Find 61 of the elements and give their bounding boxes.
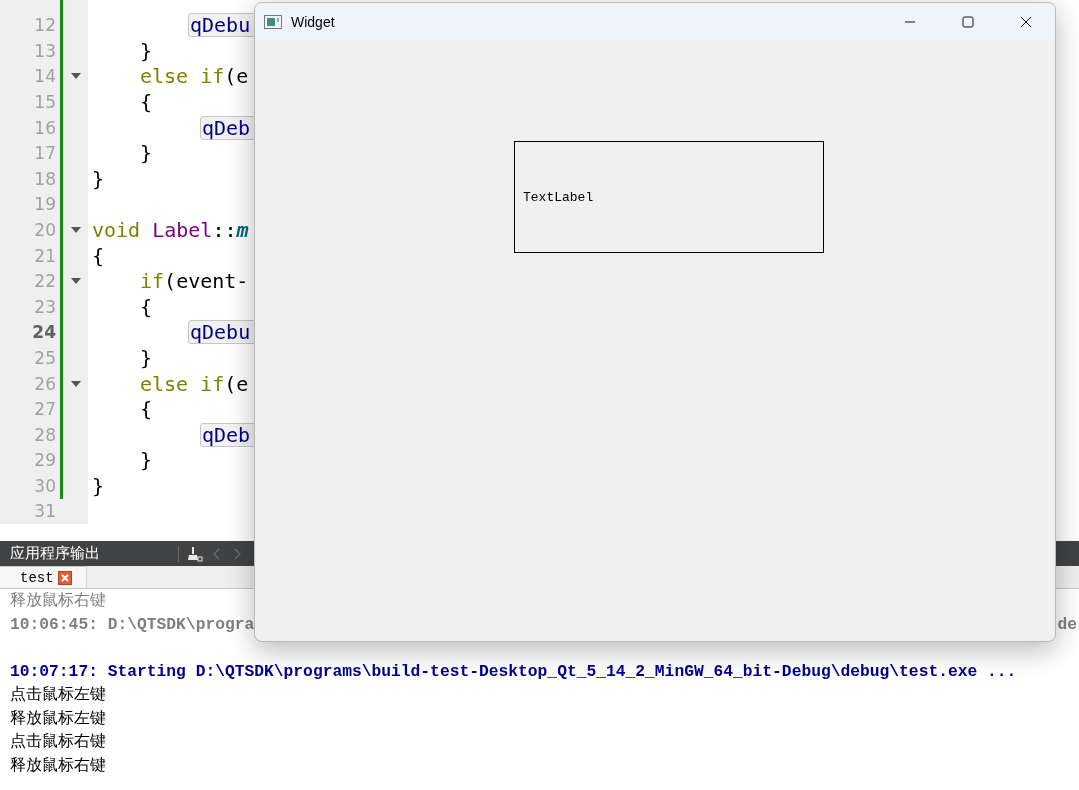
- code-text: {: [92, 243, 105, 268]
- line-number: 14: [33, 66, 56, 87]
- code-text: (e: [224, 371, 249, 396]
- code-text: void: [92, 217, 141, 242]
- code-text: }: [140, 448, 153, 473]
- code-text: }: [92, 166, 105, 191]
- code-text: ::: [212, 217, 237, 242]
- output-tab[interactable]: test: [0, 566, 87, 588]
- line-number: 31: [33, 501, 56, 522]
- line-number: 25: [33, 347, 56, 368]
- code-text: }: [92, 473, 105, 498]
- code-text: if: [140, 269, 165, 294]
- line-number: 13: [33, 40, 56, 61]
- text-label: TextLabel: [514, 141, 824, 253]
- line-number: 26: [33, 373, 56, 394]
- fold-icon[interactable]: [70, 73, 81, 80]
- code-text: Label: [152, 217, 213, 242]
- maximize-icon: [962, 16, 974, 28]
- line-number: 27: [33, 399, 56, 420]
- code-text: else if: [140, 371, 225, 396]
- line-number: 18: [33, 168, 56, 189]
- output-line: 10:06:45: D:\QTSDK\progra: [10, 614, 255, 634]
- output-line: 释放鼠标右键: [10, 754, 106, 776]
- code-text: }: [140, 38, 153, 63]
- output-line: 释放鼠标左键: [10, 707, 106, 729]
- fold-icon[interactable]: [70, 278, 81, 285]
- line-number: 29: [33, 450, 56, 471]
- line-number: 30: [33, 475, 56, 496]
- line-number: 15: [33, 91, 56, 112]
- close-icon[interactable]: [57, 570, 72, 585]
- line-number: 12: [33, 15, 56, 36]
- line-number: 21: [33, 245, 56, 266]
- output-line: 点击鼠标右键: [10, 731, 106, 753]
- line-number: 23: [33, 296, 56, 317]
- line-number: 24: [31, 322, 56, 343]
- line-number: 17: [33, 143, 56, 164]
- code-text: }: [140, 141, 153, 166]
- output-line: de: [1057, 614, 1077, 634]
- output-line: 10:07:17: Starting D:\QTSDK\programs\build-test-Desktop_Qt_5_14_2_MinGW_64_bit-Debug\debug\test.exe ...: [10, 661, 1017, 681]
- code-text: (e: [224, 64, 249, 89]
- code-text: {: [140, 294, 153, 319]
- pane-title: 应用程序输出: [10, 544, 101, 563]
- code-text: m: [236, 217, 249, 242]
- line-number: 20: [33, 219, 56, 240]
- line-number: 28: [33, 424, 56, 445]
- line-number: 22: [33, 271, 56, 292]
- code-text: {: [140, 397, 153, 422]
- fold-icon[interactable]: [70, 380, 81, 387]
- code-text: {: [140, 89, 153, 114]
- app-icon: [264, 15, 282, 29]
- fold-icon[interactable]: [70, 226, 81, 233]
- code-text: }: [140, 345, 153, 370]
- output-line: 释放鼠标右键: [10, 590, 106, 612]
- code-text: else if: [140, 64, 225, 89]
- broom-icon[interactable]: [187, 545, 203, 562]
- window-title: Widget: [291, 14, 335, 30]
- line-number: 19: [33, 194, 56, 215]
- output-line: 点击鼠标左键: [10, 684, 106, 706]
- code-text: (event-: [164, 269, 249, 294]
- close-icon: [1020, 16, 1032, 28]
- line-number: 16: [33, 117, 56, 138]
